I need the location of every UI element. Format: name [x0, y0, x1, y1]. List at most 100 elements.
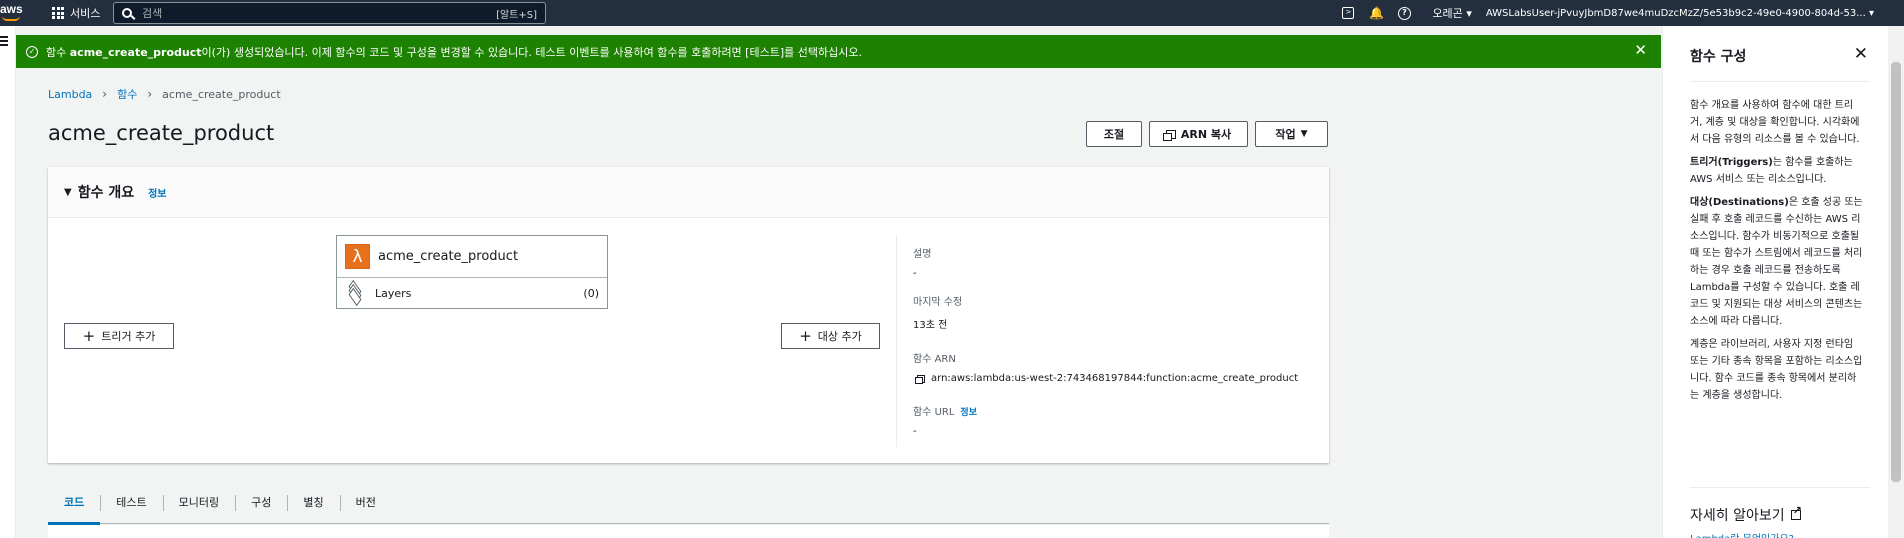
chevron-right-icon: ›: [147, 87, 153, 101]
external-link-icon: [1790, 504, 1802, 520]
copy-icon: [1162, 129, 1176, 141]
search-shortcut: [알트+S]: [496, 9, 537, 21]
success-flash: ✓ 함수 acme_create_product이(가) 생성되었습니다. 이제…: [16, 35, 1661, 68]
services-menu[interactable]: 서비스: [52, 5, 100, 21]
scrollbar-thumb[interactable]: [1891, 62, 1901, 482]
plus-icon: +: [799, 326, 812, 345]
function-arn-field: 함수 ARN arn:aws:lambda:us-west-2:74346819…: [913, 350, 1298, 384]
terminal-icon: >: [1342, 7, 1355, 19]
overview-header[interactable]: ▼ 함수 개요 정보: [48, 167, 1329, 218]
cloudshell-button[interactable]: >: [1334, 0, 1362, 26]
function-overview-panel: ▼ 함수 개요 정보 λ acme_create_product Layers …: [48, 167, 1329, 463]
overview-title: 함수 개요: [77, 185, 135, 201]
function-url-field: 함수 URL 정보 -: [913, 403, 977, 437]
chevron-down-icon: ▾: [1466, 7, 1472, 20]
help-divider: [1690, 81, 1870, 82]
add-trigger-label: 트리거 추가: [101, 330, 156, 343]
function-card-name: acme_create_product: [378, 249, 519, 264]
help-paragraph-layers: 계층은 라이브러리, 사용자 지정 런타임 또는 기타 종속 항목을 포함하는 …: [1690, 339, 1863, 401]
lambda-icon: λ: [345, 244, 370, 269]
function-card-top: λ acme_create_product: [337, 236, 607, 278]
last-modified-field: 마지막 수정 13초 전: [913, 293, 962, 331]
menu-icon[interactable]: [0, 36, 8, 48]
tab-code[interactable]: 코드: [48, 480, 101, 525]
description-field: 설명 -: [913, 245, 931, 279]
breadcrumb-lambda[interactable]: Lambda: [48, 88, 92, 101]
breadcrumb-functions[interactable]: 함수: [117, 86, 137, 102]
function-url-info-link[interactable]: 정보: [960, 408, 977, 418]
function-url-value: -: [913, 426, 917, 437]
tab-content: [48, 525, 1329, 538]
layers-count: (0): [583, 286, 599, 300]
tab-configuration[interactable]: 구성: [235, 480, 287, 524]
add-destination-label: 대상 추가: [817, 330, 862, 343]
account-label: AWSLabsUser-jPvuyJbmD87we4muDzcMzZ/5e53b…: [1485, 7, 1866, 19]
page-title: acme_create_product: [48, 121, 275, 145]
copy-arn-label: ARN 복사: [1180, 128, 1232, 141]
help-panel-body: 함수 개요를 사용하여 함수에 대한 트리거, 계층 및 대상을 확인합니다. …: [1690, 97, 1865, 410]
region-label: 오레곤: [1432, 7, 1463, 20]
flash-message: 함수 acme_create_product이(가) 생성되었습니다. 이제 함…: [46, 45, 862, 59]
help-paragraph-triggers: 트리거(Triggers)는 함수를 호출하는 AWS 서비스 또는 리소스입니…: [1690, 157, 1853, 185]
description-label: 설명: [913, 249, 932, 260]
description-value: -: [913, 268, 917, 279]
add-trigger-button[interactable]: + 트리거 추가: [64, 323, 174, 349]
tab-aliases[interactable]: 별칭: [287, 480, 339, 524]
flash-close-button[interactable]: ✕: [1634, 43, 1647, 58]
function-arn-label: 함수 ARN: [913, 354, 956, 365]
function-card[interactable]: λ acme_create_product Layers (0): [336, 235, 608, 309]
add-destination-button[interactable]: + 대상 추가: [781, 323, 880, 349]
tab-monitoring[interactable]: 모니터링: [162, 480, 235, 524]
bell-icon: 🔔: [1368, 6, 1384, 20]
breadcrumb-current: acme_create_product: [162, 87, 281, 101]
question-icon: ?: [1397, 6, 1411, 20]
top-navigation: aws 서비스 [알트+S] > 🔔 ? 오레곤 ▾ AWSLabsUser-j…: [0, 0, 1904, 26]
learn-more-link[interactable]: Lambda란 무엇인가요?: [1690, 530, 1794, 538]
learn-more-label: 자세히 알아보기: [1690, 508, 1785, 524]
region-selector[interactable]: 오레곤 ▾: [1432, 5, 1471, 21]
caret-down-icon: ▼: [1300, 129, 1308, 139]
function-url-label: 함수 URL: [913, 407, 955, 418]
function-arn-value-row: arn:aws:lambda:us-west-2:743468197844:fu…: [913, 373, 1298, 384]
help-panel: 함수 구성 ✕ 함수 개요를 사용하여 함수에 대한 트리거, 계층 및 대상을…: [1662, 26, 1888, 538]
throttle-button[interactable]: 조절: [1086, 121, 1142, 147]
learn-more-heading: 자세히 알아보기: [1690, 504, 1802, 525]
search-bar[interactable]: [알트+S]: [113, 2, 546, 24]
function-tabs: 코드 테스트 모니터링 구성 별칭 버전: [48, 480, 1329, 525]
help-divider: [1690, 487, 1870, 488]
function-arn-value: arn:aws:lambda:us-west-2:743468197844:fu…: [931, 373, 1299, 384]
search-icon: [122, 8, 132, 18]
nav-right: > 🔔 ? 오레곤 ▾ AWSLabsUser-jPvuyJbmD87we4mu…: [1334, 0, 1904, 26]
copy-icon[interactable]: [915, 374, 925, 384]
layers-label: Layers: [375, 286, 412, 300]
help-panel-title: 함수 구성: [1690, 49, 1747, 65]
aws-logo-text: aws: [0, 2, 23, 16]
grid-icon: [52, 7, 64, 19]
layers-row[interactable]: Layers (0): [337, 278, 607, 308]
function-url-label-row: 함수 URL 정보: [913, 403, 977, 418]
overview-divider: [896, 235, 897, 447]
chevron-right-icon: ›: [102, 87, 108, 101]
copy-arn-button[interactable]: ARN 복사: [1149, 121, 1248, 147]
aws-logo-smile: [2, 16, 20, 21]
help-paragraph: 함수 개요를 사용하여 함수에 대한 트리거, 계층 및 대상을 확인합니다. …: [1690, 100, 1860, 145]
tab-test[interactable]: 테스트: [100, 480, 162, 524]
tab-versions[interactable]: 버전: [339, 480, 392, 524]
overview-info-link[interactable]: 정보: [148, 185, 166, 200]
search-input[interactable]: [142, 6, 497, 20]
caret-down-icon: ▼: [64, 186, 72, 198]
check-circle-icon: ✓: [26, 45, 38, 58]
chevron-down-icon: ▾: [1868, 7, 1874, 19]
plus-icon: +: [82, 326, 96, 345]
aws-logo[interactable]: aws: [0, 2, 26, 22]
actions-button[interactable]: 작업 ▼: [1255, 121, 1328, 147]
throttle-label: 조절: [1103, 128, 1125, 141]
help-close-button[interactable]: ✕: [1854, 44, 1868, 64]
layers-icon: [345, 279, 365, 307]
left-rail: [0, 26, 16, 538]
account-menu[interactable]: AWSLabsUser-jPvuyJbmD87we4muDzcMzZ/5e53b…: [1486, 8, 1874, 19]
last-modified-value: 13초 전: [913, 320, 948, 331]
page-scrollbar[interactable]: [1888, 26, 1904, 538]
notifications-button[interactable]: 🔔: [1362, 0, 1390, 26]
help-button[interactable]: ?: [1390, 0, 1418, 26]
